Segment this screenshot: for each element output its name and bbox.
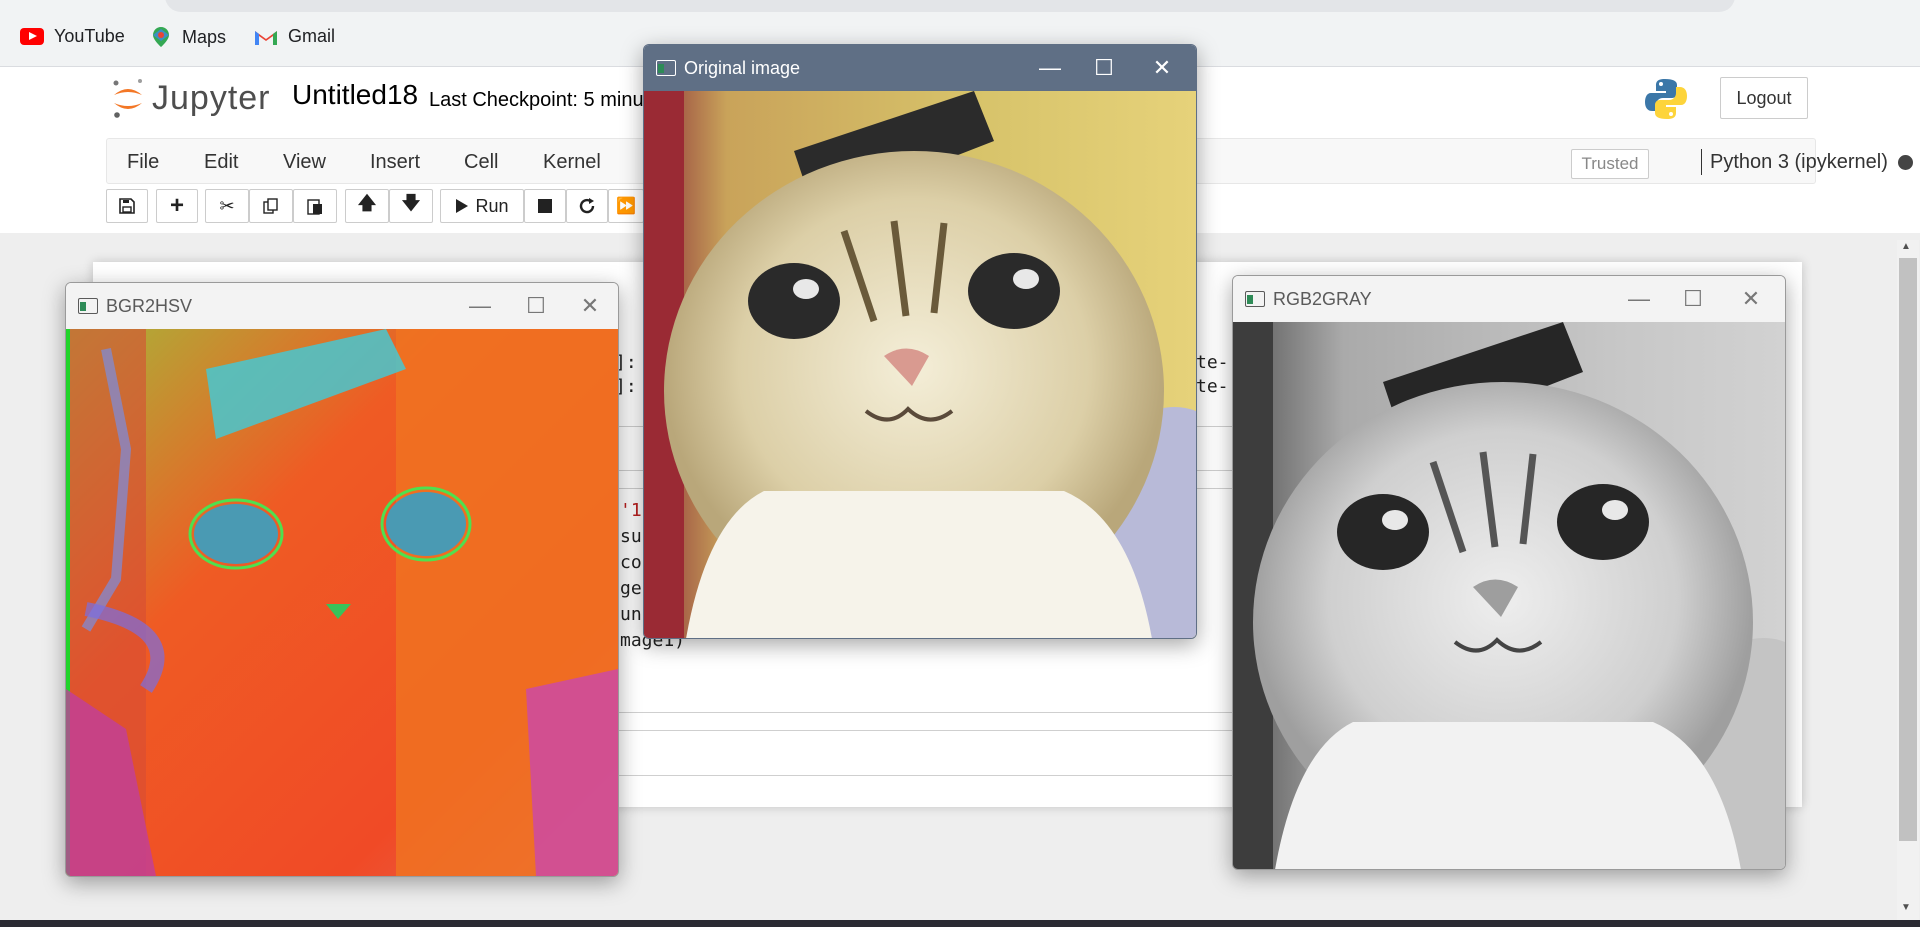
close-icon[interactable]: ✕ bbox=[1134, 45, 1190, 91]
code-text[interactable]: un bbox=[620, 604, 642, 625]
window-gray[interactable]: RGB2GRAY — ☐ ✕ bbox=[1232, 275, 1786, 870]
restart-button[interactable] bbox=[566, 189, 608, 223]
logout-button[interactable]: Logout bbox=[1720, 77, 1808, 119]
code-text: te- bbox=[1196, 376, 1229, 397]
bookmark-label: Gmail bbox=[288, 26, 336, 46]
plus-icon: + bbox=[169, 192, 184, 219]
play-icon bbox=[456, 199, 469, 213]
cut-button[interactable]: ✂ bbox=[205, 189, 249, 223]
window-titlebar[interactable]: RGB2GRAY — ☐ ✕ bbox=[1233, 276, 1785, 322]
menu-kernel[interactable]: Kernel bbox=[543, 151, 601, 174]
copy-icon bbox=[263, 198, 278, 214]
scroll-down-icon[interactable]: ▼ bbox=[1901, 902, 1911, 913]
kernel-name[interactable]: Python 3 (ipykernel) bbox=[1710, 151, 1888, 174]
arrow-up-icon: 🡅 bbox=[357, 193, 377, 213]
youtube-icon bbox=[20, 28, 44, 45]
close-icon[interactable]: ✕ bbox=[1723, 276, 1779, 322]
cell-border bbox=[615, 775, 1235, 776]
save-button[interactable] bbox=[106, 189, 148, 223]
code-text: te- bbox=[1196, 352, 1229, 373]
window-app-icon bbox=[1245, 291, 1265, 307]
insert-cell-button[interactable]: + bbox=[156, 189, 198, 223]
restart-icon bbox=[579, 198, 595, 214]
hsv-image bbox=[66, 329, 618, 876]
move-down-button[interactable]: 🡇 bbox=[389, 189, 433, 223]
code-text[interactable]: '1 bbox=[620, 500, 642, 521]
run-button[interactable]: Run bbox=[440, 189, 524, 223]
gmail-icon bbox=[255, 30, 277, 45]
python-logo-icon bbox=[1645, 79, 1687, 119]
run-label: Run bbox=[475, 195, 509, 216]
bookmark-label: YouTube bbox=[54, 26, 125, 46]
jupyter-logo-text: Jupyter bbox=[152, 78, 271, 117]
window-titlebar[interactable]: Original image — ☐ ✕ bbox=[644, 45, 1196, 91]
fast-forward-icon: ⏩ bbox=[616, 198, 636, 215]
menu-edit[interactable]: Edit bbox=[204, 151, 238, 174]
kernel-status-indicator bbox=[1898, 155, 1913, 170]
maximize-icon[interactable]: ☐ bbox=[508, 283, 564, 329]
cell-border bbox=[615, 730, 1235, 731]
grayscale-cat-image bbox=[1233, 322, 1785, 869]
window-title: Original image bbox=[684, 57, 801, 78]
trusted-badge[interactable]: Trusted bbox=[1571, 149, 1649, 179]
divider bbox=[1701, 149, 1702, 175]
last-checkpoint: Last Checkpoint: 5 minut bbox=[429, 89, 650, 111]
minimize-icon[interactable]: — bbox=[452, 283, 508, 329]
window-title: RGB2GRAY bbox=[1273, 288, 1372, 309]
bookmark-maps[interactable]: Maps bbox=[150, 26, 226, 48]
restart-run-all-button[interactable]: ⏩ bbox=[608, 189, 644, 223]
minimize-icon[interactable]: — bbox=[1611, 276, 1667, 322]
address-bar[interactable] bbox=[165, 0, 1735, 12]
code-text[interactable]: co bbox=[620, 552, 642, 573]
jupyter-logo[interactable]: Jupyter bbox=[110, 77, 271, 119]
window-original[interactable]: Original image — ☐ ✕ bbox=[643, 44, 1197, 639]
maps-icon bbox=[153, 27, 169, 47]
original-cat-image bbox=[644, 91, 1196, 638]
jupyter-logo-icon bbox=[113, 79, 142, 118]
taskbar-edge bbox=[0, 920, 1920, 927]
maximize-icon[interactable]: ☐ bbox=[1665, 276, 1721, 322]
notebook-name[interactable]: Untitled18 bbox=[292, 79, 418, 111]
paste-button[interactable] bbox=[293, 189, 337, 223]
scissors-icon: ✂ bbox=[219, 195, 235, 216]
save-icon bbox=[119, 198, 135, 214]
menu-file[interactable]: File bbox=[127, 151, 159, 174]
bookmark-gmail[interactable]: Gmail bbox=[254, 26, 335, 47]
paste-icon bbox=[307, 199, 322, 215]
code-text[interactable]: su bbox=[620, 526, 642, 547]
minimize-icon[interactable]: — bbox=[1022, 45, 1078, 91]
bookmark-youtube[interactable]: YouTube bbox=[20, 26, 125, 47]
window-app-icon bbox=[78, 298, 98, 314]
menu-cell[interactable]: Cell bbox=[464, 151, 498, 174]
copy-button[interactable] bbox=[249, 189, 293, 223]
window-hsv[interactable]: BGR2HSV — ☐ ✕ bbox=[65, 282, 619, 877]
scrollbar-thumb[interactable] bbox=[1899, 258, 1917, 841]
scroll-up-icon[interactable]: ▲ bbox=[1901, 241, 1911, 252]
interrupt-button[interactable] bbox=[524, 189, 566, 223]
move-up-button[interactable]: 🡅 bbox=[345, 189, 389, 223]
arrow-down-icon: 🡇 bbox=[401, 193, 421, 213]
code-text[interactable]: ge bbox=[620, 578, 642, 599]
menu-insert[interactable]: Insert bbox=[370, 151, 420, 174]
close-icon[interactable]: ✕ bbox=[562, 283, 618, 329]
window-title: BGR2HSV bbox=[106, 295, 193, 316]
stop-icon bbox=[538, 199, 552, 213]
window-app-icon bbox=[656, 60, 676, 76]
bookmark-label: Maps bbox=[182, 26, 227, 47]
menu-view[interactable]: View bbox=[283, 151, 326, 174]
cell-border bbox=[615, 712, 1235, 713]
window-titlebar[interactable]: BGR2HSV — ☐ ✕ bbox=[66, 283, 618, 329]
maximize-icon[interactable]: ☐ bbox=[1076, 45, 1132, 91]
